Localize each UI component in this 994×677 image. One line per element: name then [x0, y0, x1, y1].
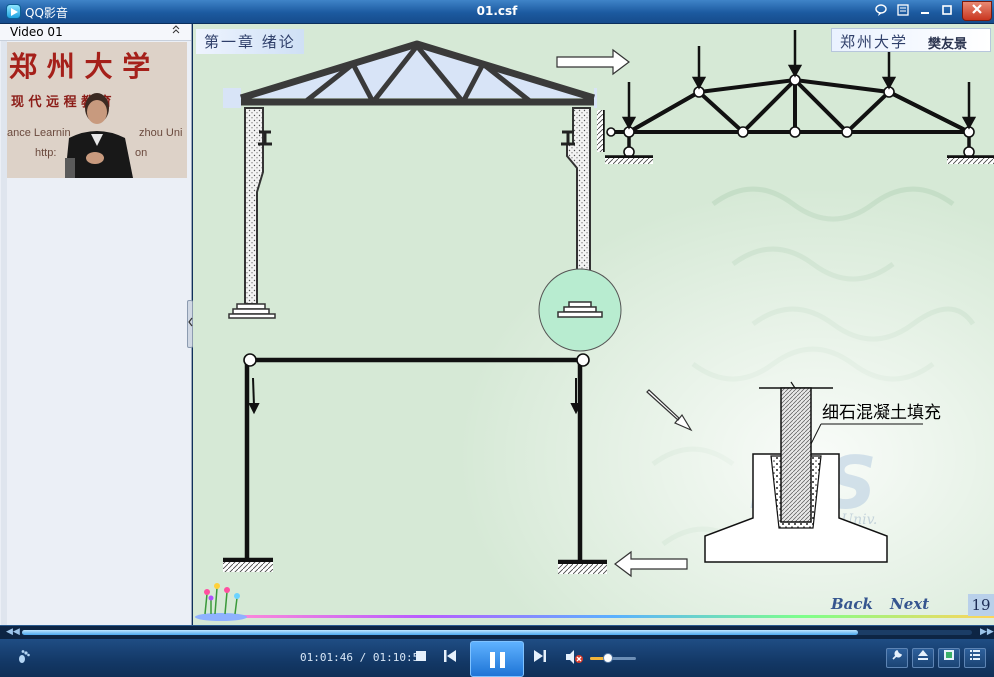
pause-button[interactable]: [470, 641, 524, 677]
time-display: 01:01:46 / 01:10:51: [300, 651, 426, 664]
fill-material-label: 细石混凝土填充: [822, 403, 941, 423]
control-bar: 01:01:46 / 01:10:51: [0, 639, 994, 677]
seek-back-icon[interactable]: ◀◀: [6, 626, 20, 639]
university-name: 郑州大学: [840, 33, 909, 51]
title-bar: QQ影音 01.csf: [0, 0, 994, 24]
thumb-sign-line3b: zhou Uni: [139, 127, 182, 139]
slide-back-button[interactable]: Back: [831, 595, 873, 613]
mute-icon[interactable]: [564, 649, 584, 670]
chapter-title: 第一章 绪论: [196, 29, 304, 54]
collapse-icon[interactable]: [172, 25, 180, 38]
playlist-header: Video 01: [0, 24, 191, 41]
screen-icon[interactable]: [938, 648, 960, 668]
slide-page-number: 19: [968, 594, 994, 616]
previous-button[interactable]: [442, 649, 458, 668]
wrench-icon[interactable]: [886, 648, 908, 668]
slide-next-button[interactable]: Next: [890, 595, 929, 613]
app-logo-icon: [6, 4, 21, 19]
menu-icon[interactable]: [894, 3, 912, 20]
next-button[interactable]: [532, 649, 548, 668]
maximize-icon[interactable]: [938, 3, 956, 20]
playlist-item-title[interactable]: Video 01: [10, 25, 63, 39]
eject-icon[interactable]: [912, 648, 934, 668]
slide-drawing: ITS zhou Univ.: [193, 24, 994, 625]
author-name: 樊友景: [928, 37, 968, 52]
video-thumbnail[interactable]: 郑 州 大 学 现 代 远 程 教 育 ance Learnin zhou Un…: [7, 42, 187, 178]
playlist-panel: Video 01 郑 州 大 学 现 代 远 程 教 育 ance Learni…: [0, 24, 192, 625]
seek-bar[interactable]: ◀◀ ▶▶: [0, 625, 994, 639]
seek-fill: [22, 630, 858, 635]
app-name: QQ影音: [25, 6, 68, 20]
qq-player-window: QQ影音 01.csf Video 01 郑 州 大 学 现 代 远 程 教 育…: [0, 0, 994, 677]
thumb-sign-line4b: on: [135, 147, 147, 159]
thumb-sign-line3: ance Learnin: [7, 127, 71, 139]
skin-icon[interactable]: [872, 3, 890, 20]
thumb-sign-line1: 郑 州 大 学: [9, 50, 150, 83]
volume-slider[interactable]: [590, 653, 636, 663]
close-icon[interactable]: [962, 1, 992, 21]
time-current: 01:01:46: [300, 651, 353, 664]
file-name: 01.csf: [476, 4, 518, 18]
volume-knob[interactable]: [603, 653, 614, 663]
stop-button[interactable]: [414, 649, 428, 668]
video-display[interactable]: ITS zhou Univ.: [193, 24, 994, 625]
minimize-icon[interactable]: [916, 3, 934, 20]
seek-forward-icon[interactable]: ▶▶: [980, 626, 994, 639]
thumb-sign-line4: http:: [35, 147, 56, 159]
playlist-icon[interactable]: [964, 648, 986, 668]
seek-track[interactable]: [22, 630, 972, 635]
pause-icon: [490, 652, 495, 668]
university-banner: 郑州大学 樊友景: [831, 28, 991, 52]
footprint-icon[interactable]: [16, 649, 32, 669]
flower-decoration-icon: [195, 583, 994, 621]
